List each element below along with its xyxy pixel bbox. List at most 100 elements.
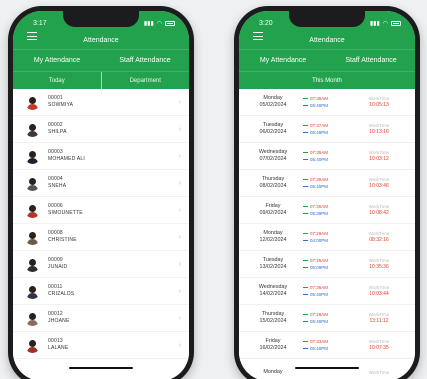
- month-filter[interactable]: This Month: [239, 71, 415, 89]
- work-label: WorkTime: [368, 204, 390, 209]
- work-time: 10:03:12: [369, 156, 389, 162]
- work-time: 10:08:42: [369, 210, 389, 216]
- chevron-right-icon: ›: [178, 125, 181, 133]
- tab-my-attendance[interactable]: My Attendance: [239, 50, 327, 71]
- date-label: 14/02/2024: [259, 291, 287, 297]
- signal-icon: ▮▮▮: [369, 20, 380, 27]
- work-time: 10:35:36: [369, 264, 389, 270]
- in-time: 07:25AM: [303, 257, 347, 264]
- day-label: Tuesday: [262, 122, 284, 128]
- chevron-right-icon: ›: [178, 179, 181, 187]
- day-label: Monday: [263, 368, 283, 375]
- table-row[interactable]: Monday 12/02/2024 07:29AM 04:00PM WorkTime…: [239, 224, 415, 251]
- avatar: [25, 176, 40, 191]
- staff-name: SNEHA: [48, 183, 67, 189]
- table-row[interactable]: Wednesday 14/02/2024 07:36AM 05:40PM WorkT…: [239, 278, 415, 305]
- in-time: 07:35AM: [303, 176, 347, 183]
- staff-name: LALANE: [48, 345, 69, 351]
- work-label: WorkTime: [368, 258, 390, 263]
- work-time: 10:07:35: [369, 345, 389, 351]
- out-time: 05:49PM: [303, 129, 347, 136]
- day-label: Wednesday: [258, 284, 288, 290]
- in-time: 07:30AM: [303, 203, 347, 210]
- out-time: 05:40PM: [303, 156, 347, 163]
- table-row[interactable]: Monday WorkTime: [239, 359, 415, 379]
- in-time: 07:35AM: [303, 95, 347, 102]
- chevron-right-icon: ›: [178, 206, 181, 214]
- table-row[interactable]: Wednesday 07/02/2024 07:35AM 05:40PM WorkT…: [239, 143, 415, 170]
- battery-icon: [391, 20, 401, 26]
- home-indicator: [69, 367, 133, 369]
- subtab-today[interactable]: Today: [13, 72, 101, 89]
- tab-staff-attendance[interactable]: Staff Attendance: [327, 50, 415, 71]
- in-time: 07:37AM: [303, 122, 347, 129]
- in-time: 07:33AM: [303, 338, 347, 345]
- main-tabs: My Attendance Staff Attendance: [13, 49, 189, 71]
- date-label: 05/02/2024: [259, 102, 287, 108]
- day-label: Friday: [265, 203, 281, 209]
- staff-name: SOWMIYA: [48, 102, 74, 108]
- staff-name: JUNAID: [48, 264, 68, 270]
- table-row[interactable]: Tuesday 06/02/2024 07:37AM 05:49PM WorkTim…: [239, 116, 415, 143]
- out-time: 05:39PM: [303, 210, 347, 217]
- table-row[interactable]: Monday 05/02/2024 07:35AM 05:40PM WorkTime…: [239, 89, 415, 116]
- out-time: 05:40PM: [303, 183, 347, 190]
- work-time: 10:13:16: [369, 129, 389, 135]
- date-label: 13/02/2024: [259, 264, 287, 270]
- screen-monthly-attendance: 3:20 ▮▮▮ ◠ Attendance My Attendance Staf…: [239, 11, 415, 379]
- work-time: 13:11:12: [369, 318, 389, 324]
- staff-name: MOHAMED ALI: [48, 156, 85, 162]
- staff-id: 00002: [48, 122, 63, 128]
- phone-right: 3:20 ▮▮▮ ◠ Attendance My Attendance Staf…: [234, 6, 420, 379]
- list-item[interactable]: 00009 JUNAID ›: [13, 251, 189, 278]
- staff-id: 00001: [48, 95, 63, 101]
- table-row[interactable]: Friday 09/02/2024 07:30AM 05:39PM WorkTime…: [239, 197, 415, 224]
- list-item[interactable]: 00008 CHRISTINE ›: [13, 224, 189, 251]
- chevron-right-icon: ›: [178, 152, 181, 160]
- out-time: 05:40PM: [303, 345, 347, 352]
- table-row[interactable]: Thursday 08/02/2024 07:35AM 05:40PM WorkTi…: [239, 170, 415, 197]
- out-time: 04:00PM: [303, 237, 347, 244]
- staff-name: SHILPA: [48, 129, 67, 135]
- date-label: 06/02/2024: [259, 129, 287, 135]
- staff-name: SIMOUNETTE: [48, 210, 83, 216]
- tab-staff-attendance[interactable]: Staff Attendance: [101, 50, 189, 71]
- in-time: 07:35AM: [303, 149, 347, 156]
- status-icons: ▮▮▮ ◠: [144, 20, 175, 27]
- work-label: WorkTime: [368, 123, 390, 128]
- subtab-department[interactable]: Department: [100, 72, 190, 89]
- day-label: Thursday: [261, 176, 285, 182]
- date-label: 12/02/2024: [259, 237, 287, 243]
- table-row[interactable]: Thursday 15/02/2024 07:28AM 05:40PM WorkTi…: [239, 305, 415, 332]
- menu-icon[interactable]: [27, 32, 37, 40]
- date-label: 09/02/2024: [259, 210, 287, 216]
- header-title: Attendance: [309, 36, 345, 44]
- wifi-icon: ◠: [382, 20, 388, 27]
- work-time: 10:03:46: [369, 183, 389, 189]
- day-label: Tuesday: [262, 257, 284, 263]
- staff-id: 00011: [48, 284, 63, 290]
- list-item[interactable]: 00006 SIMOUNETTE ›: [13, 197, 189, 224]
- list-item[interactable]: 00013 LALANE ›: [13, 332, 189, 359]
- list-item[interactable]: 00012 JHOANE ›: [13, 305, 189, 332]
- table-row[interactable]: Friday 16/02/2024 07:33AM 05:40PM WorkTime…: [239, 332, 415, 359]
- list-item[interactable]: 00001 SOWMIYA ›: [13, 89, 189, 116]
- menu-icon[interactable]: [253, 32, 263, 40]
- chevron-right-icon: ›: [178, 287, 181, 295]
- day-label: Monday: [263, 95, 283, 101]
- notch: [289, 11, 365, 27]
- signal-icon: ▮▮▮: [143, 20, 154, 27]
- notch: [63, 11, 139, 27]
- list-item[interactable]: 00004 SNEHA ›: [13, 170, 189, 197]
- status-time: 3:17: [33, 19, 47, 27]
- chevron-right-icon: ›: [178, 98, 181, 106]
- list-item[interactable]: 00011 CRIZALDS ›: [13, 278, 189, 305]
- list-item[interactable]: 00003 MOHAMED ALI ›: [13, 143, 189, 170]
- table-row[interactable]: Tuesday 13/02/2024 07:25AM 05:09PM WorkTim…: [239, 251, 415, 278]
- work-label: WorkTime: [368, 369, 390, 375]
- tab-my-attendance[interactable]: My Attendance: [13, 50, 101, 71]
- out-time: 05:40PM: [303, 318, 347, 325]
- out-time: 05:40PM: [303, 291, 347, 298]
- battery-icon: [165, 20, 175, 26]
- list-item[interactable]: 00002 SHILPA ›: [13, 116, 189, 143]
